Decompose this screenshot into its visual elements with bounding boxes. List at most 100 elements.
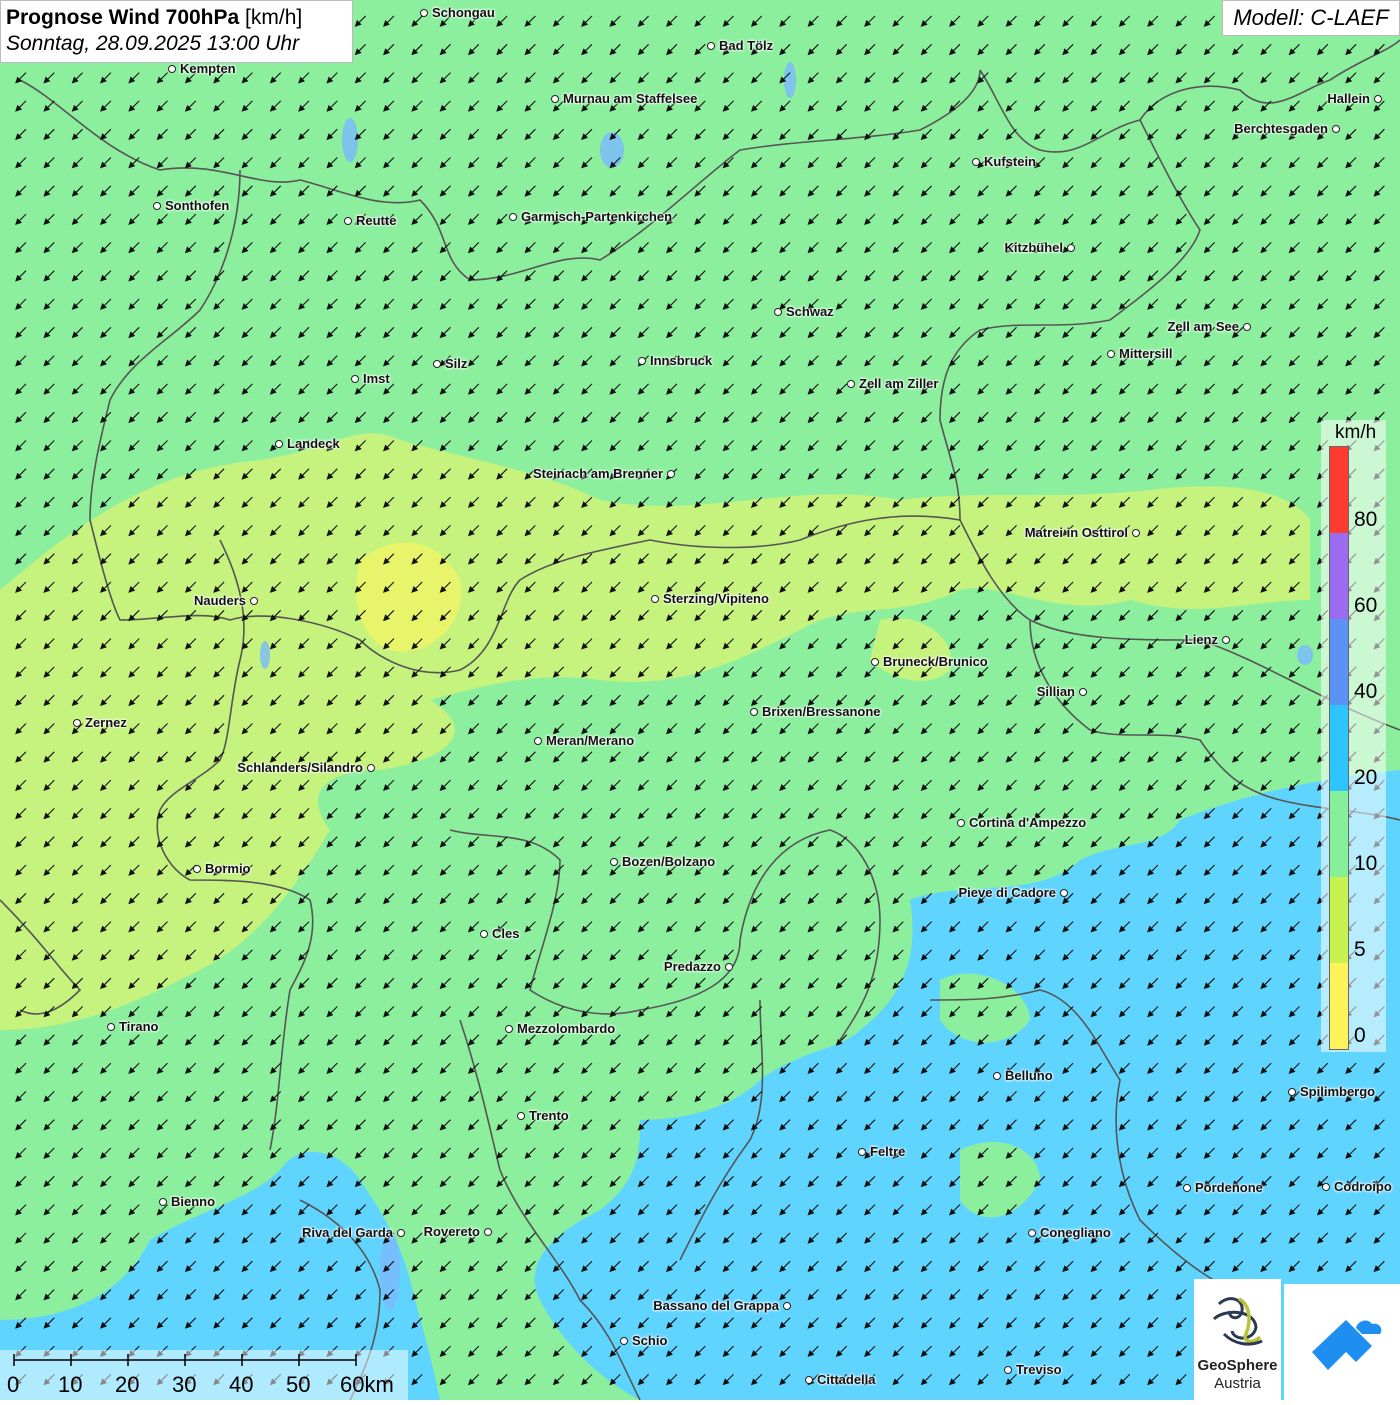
scale-label-30: 30 [172, 1372, 197, 1397]
city-marker [1079, 688, 1087, 696]
city-label: Tirano [119, 1019, 159, 1034]
city-marker [275, 440, 283, 448]
color-legend: km/h 80 60 40 20 10 5 0 [1321, 420, 1386, 1052]
legend-seg-5 [1330, 877, 1348, 963]
city-label: Cittadella [817, 1372, 876, 1387]
city-marker [250, 597, 258, 605]
city-marker [638, 357, 646, 365]
city-label: Innsbruck [650, 353, 713, 368]
legend-label-20: 20 [1354, 766, 1378, 789]
scale-label-10: 10 [58, 1372, 83, 1397]
city-marker [1004, 1366, 1012, 1374]
scale-label-50: 50 [286, 1372, 311, 1397]
city-marker [651, 595, 659, 603]
scale-label-0: 0 [7, 1372, 20, 1397]
city-marker [193, 865, 201, 873]
city-label: Cortina d'Ampezzo [969, 815, 1087, 830]
legend-seg-60 [1330, 533, 1348, 619]
city-label: Cles [492, 926, 520, 941]
city-label: Lienz [1184, 632, 1218, 647]
legend-seg-10 [1330, 791, 1348, 877]
scale-label-20: 20 [115, 1372, 140, 1397]
city-label: Bormio [205, 861, 251, 876]
city-marker [774, 308, 782, 316]
city-label: Belluno [1005, 1068, 1053, 1083]
legend-seg-40 [1330, 619, 1348, 705]
city-label: Zernez [85, 715, 127, 730]
legend-bar [1329, 446, 1349, 1050]
city-marker [1332, 125, 1340, 133]
city-marker [397, 1229, 405, 1237]
legend-seg-20 [1330, 705, 1348, 791]
map-title: Prognose Wind 700hPa [km/h] [6, 5, 347, 31]
city-label: Schio [632, 1333, 668, 1348]
city-label: Kempten [180, 61, 236, 76]
city-marker [707, 42, 715, 50]
geosphere-logo[interactable]: GeoSphere Austria [1194, 1279, 1281, 1400]
geosphere-logo-line2: Austria [1214, 1375, 1261, 1392]
city-marker [168, 65, 176, 73]
scale-bar: 0 10 20 30 40 50 60km [0, 1350, 408, 1400]
city-label: Silz [445, 356, 468, 371]
city-label: Sonthofen [165, 198, 230, 213]
weather-app-logo[interactable] [1284, 1284, 1400, 1400]
map-title-main: Prognose Wind 700hPa [6, 6, 240, 29]
city-marker [847, 380, 855, 388]
city-marker [1322, 1183, 1330, 1191]
city-marker [153, 202, 161, 210]
city-marker [159, 1198, 167, 1206]
city-marker [1067, 244, 1075, 252]
city-marker [517, 1112, 525, 1120]
city-marker [505, 1025, 513, 1033]
city-label: Schongau [432, 5, 495, 20]
city-marker [725, 963, 733, 971]
map-title-box: Prognose Wind 700hPa [km/h] Sonntag, 28.… [0, 0, 353, 63]
city-label: Bozen/Bolzano [622, 854, 716, 869]
city-label: Bassano del Grappa [653, 1298, 779, 1313]
city-label: Treviso [1016, 1362, 1062, 1377]
legend-label-80: 80 [1354, 508, 1378, 531]
legend-label-5: 5 [1354, 938, 1366, 961]
city-marker [1060, 889, 1068, 897]
city-label: Trento [529, 1108, 569, 1123]
weather-app-logo-icon [1312, 1320, 1382, 1370]
city-label: Berchtesgaden [1234, 121, 1328, 136]
city-marker [1222, 636, 1230, 644]
legend-unit: km/h [1335, 422, 1377, 443]
legend-seg-80 [1330, 447, 1348, 533]
legend-label-40: 40 [1354, 680, 1378, 703]
legend-label-10: 10 [1354, 852, 1378, 875]
city-label: Pieve di Cadore [958, 885, 1056, 900]
scale-label-60km: 60km [340, 1372, 394, 1397]
city-label: Steinach am Brenner [532, 466, 663, 481]
city-label: Mezzolombardo [517, 1021, 616, 1036]
city-marker [667, 470, 675, 478]
city-marker [1107, 350, 1115, 358]
city-marker [957, 819, 965, 827]
city-label: Hallein [1327, 91, 1370, 106]
city-label: Matrei in Osttirol [1024, 525, 1128, 540]
city-marker [1132, 529, 1140, 537]
city-label: Rovereto [423, 1224, 480, 1239]
city-label: Riva del Garda [301, 1225, 393, 1240]
city-marker [107, 1023, 115, 1031]
city-label: Pordenone [1195, 1180, 1263, 1195]
city-marker [551, 95, 559, 103]
city-marker [1183, 1184, 1191, 1192]
city-marker [344, 217, 352, 225]
city-label: Nauders [193, 593, 246, 608]
city-label: Zell am See [1167, 319, 1239, 334]
city-label: Spilimbergo [1300, 1084, 1376, 1099]
city-marker [1028, 1229, 1036, 1237]
city-label: Feltre [870, 1144, 906, 1159]
city-label: Sillian [1036, 684, 1075, 699]
city-marker [783, 1302, 791, 1310]
city-marker [858, 1148, 866, 1156]
city-label: Garmisch-Partenkirchen [521, 209, 673, 224]
city-label: Bienno [171, 1194, 216, 1209]
scale-label-40: 40 [229, 1372, 254, 1397]
city-marker [509, 213, 517, 221]
city-label: Brixen/Bressanone [762, 704, 881, 719]
legend-label-60: 60 [1354, 594, 1378, 617]
legend-seg-0 [1330, 963, 1348, 1049]
